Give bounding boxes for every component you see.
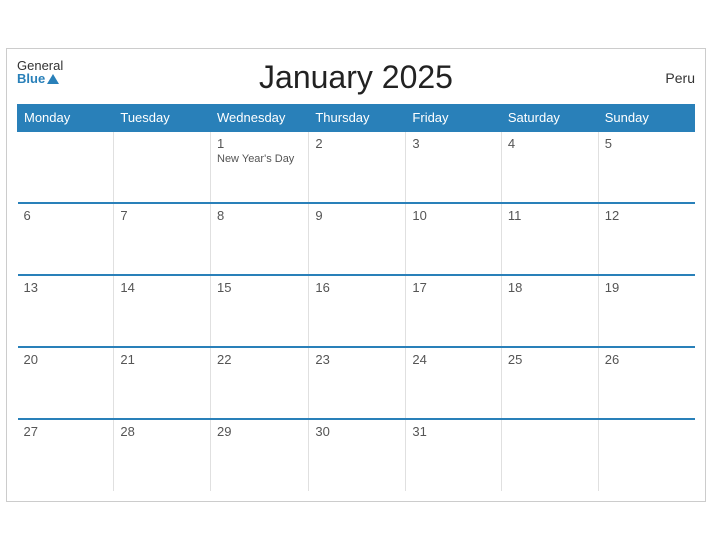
- calendar-cell: 29: [211, 419, 309, 491]
- calendar-cell: [598, 419, 694, 491]
- logo-triangle-icon: [47, 74, 59, 84]
- day-number: 6: [24, 208, 108, 223]
- col-friday: Friday: [406, 105, 501, 132]
- day-number: 17: [412, 280, 494, 295]
- calendar-cell: 18: [501, 275, 598, 347]
- day-number: 16: [315, 280, 399, 295]
- calendar-body: 1New Year's Day2345678910111213141516171…: [18, 131, 695, 491]
- day-number: 27: [24, 424, 108, 439]
- calendar-cell: 17: [406, 275, 501, 347]
- day-number: 3: [412, 136, 494, 151]
- col-sunday: Sunday: [598, 105, 694, 132]
- logo-blue-text: Blue: [17, 72, 45, 85]
- calendar-cell: 10: [406, 203, 501, 275]
- day-number: 23: [315, 352, 399, 367]
- day-number: 22: [217, 352, 302, 367]
- day-number: 26: [605, 352, 689, 367]
- calendar-cell: 16: [309, 275, 406, 347]
- holiday-label: New Year's Day: [217, 153, 302, 165]
- calendar-cell: [114, 131, 211, 203]
- day-number: 29: [217, 424, 302, 439]
- calendar-cell: 12: [598, 203, 694, 275]
- calendar-table: Monday Tuesday Wednesday Thursday Friday…: [17, 104, 695, 491]
- day-number: 18: [508, 280, 592, 295]
- calendar-cell: 25: [501, 347, 598, 419]
- calendar-week-row: 20 21 22 23 24 25 26: [18, 347, 695, 419]
- calendar-cell: 21: [114, 347, 211, 419]
- calendar-header-row: Monday Tuesday Wednesday Thursday Friday…: [18, 105, 695, 132]
- day-number: 1: [217, 136, 302, 151]
- calendar-cell: 11: [501, 203, 598, 275]
- col-saturday: Saturday: [501, 105, 598, 132]
- calendar-cell: 24: [406, 347, 501, 419]
- day-number: 5: [605, 136, 689, 151]
- day-number: 20: [24, 352, 108, 367]
- calendar-cell: 3: [406, 131, 501, 203]
- calendar-week-row: 13 14 15 16 17 18 19: [18, 275, 695, 347]
- day-number: 21: [120, 352, 204, 367]
- day-number: 12: [605, 208, 689, 223]
- calendar-title: January 2025: [259, 59, 453, 96]
- calendar-cell: 14: [114, 275, 211, 347]
- calendar-cell: 27: [18, 419, 114, 491]
- calendar-cell: 28: [114, 419, 211, 491]
- calendar-cell: 5: [598, 131, 694, 203]
- calendar-cell: 22: [211, 347, 309, 419]
- calendar-cell: 8: [211, 203, 309, 275]
- day-number: 2: [315, 136, 399, 151]
- day-number: 14: [120, 280, 204, 295]
- calendar-cell: 1 New Year's Day: [211, 131, 309, 203]
- col-monday: Monday: [18, 105, 114, 132]
- calendar-cell: [18, 131, 114, 203]
- calendar-week-row: 1 New Year's Day 2345: [18, 131, 695, 203]
- calendar-cell: 23: [309, 347, 406, 419]
- col-wednesday: Wednesday: [211, 105, 309, 132]
- calendar-cell: 30: [309, 419, 406, 491]
- logo: General Blue: [17, 59, 63, 85]
- calendar-cell: 20: [18, 347, 114, 419]
- day-number: 15: [217, 280, 302, 295]
- day-number: 31: [412, 424, 494, 439]
- day-number: 13: [24, 280, 108, 295]
- day-number: 7: [120, 208, 204, 223]
- day-number: 25: [508, 352, 592, 367]
- day-number: 19: [605, 280, 689, 295]
- calendar-cell: 4: [501, 131, 598, 203]
- calendar-cell: [501, 419, 598, 491]
- calendar-cell: 2: [309, 131, 406, 203]
- day-number: 24: [412, 352, 494, 367]
- day-number: 10: [412, 208, 494, 223]
- calendar-cell: 6: [18, 203, 114, 275]
- calendar-header: General Blue January 2025 Peru: [17, 59, 695, 96]
- calendar-cell: 26: [598, 347, 694, 419]
- calendar-cell: 19: [598, 275, 694, 347]
- calendar-cell: 9: [309, 203, 406, 275]
- col-thursday: Thursday: [309, 105, 406, 132]
- calendar-container: General Blue January 2025 Peru Monday Tu…: [6, 48, 706, 502]
- calendar-week-row: 6789 10 11 12: [18, 203, 695, 275]
- day-number: 9: [315, 208, 399, 223]
- day-number: 4: [508, 136, 592, 151]
- calendar-cell: 15: [211, 275, 309, 347]
- calendar-cell: 31: [406, 419, 501, 491]
- day-number: 30: [315, 424, 399, 439]
- country-label: Peru: [665, 70, 695, 86]
- calendar-week-row: 27 28 29 30 31: [18, 419, 695, 491]
- day-number: 8: [217, 208, 302, 223]
- day-number: 11: [508, 208, 592, 223]
- col-tuesday: Tuesday: [114, 105, 211, 132]
- calendar-cell: 13: [18, 275, 114, 347]
- calendar-cell: 7: [114, 203, 211, 275]
- day-number: 28: [120, 424, 204, 439]
